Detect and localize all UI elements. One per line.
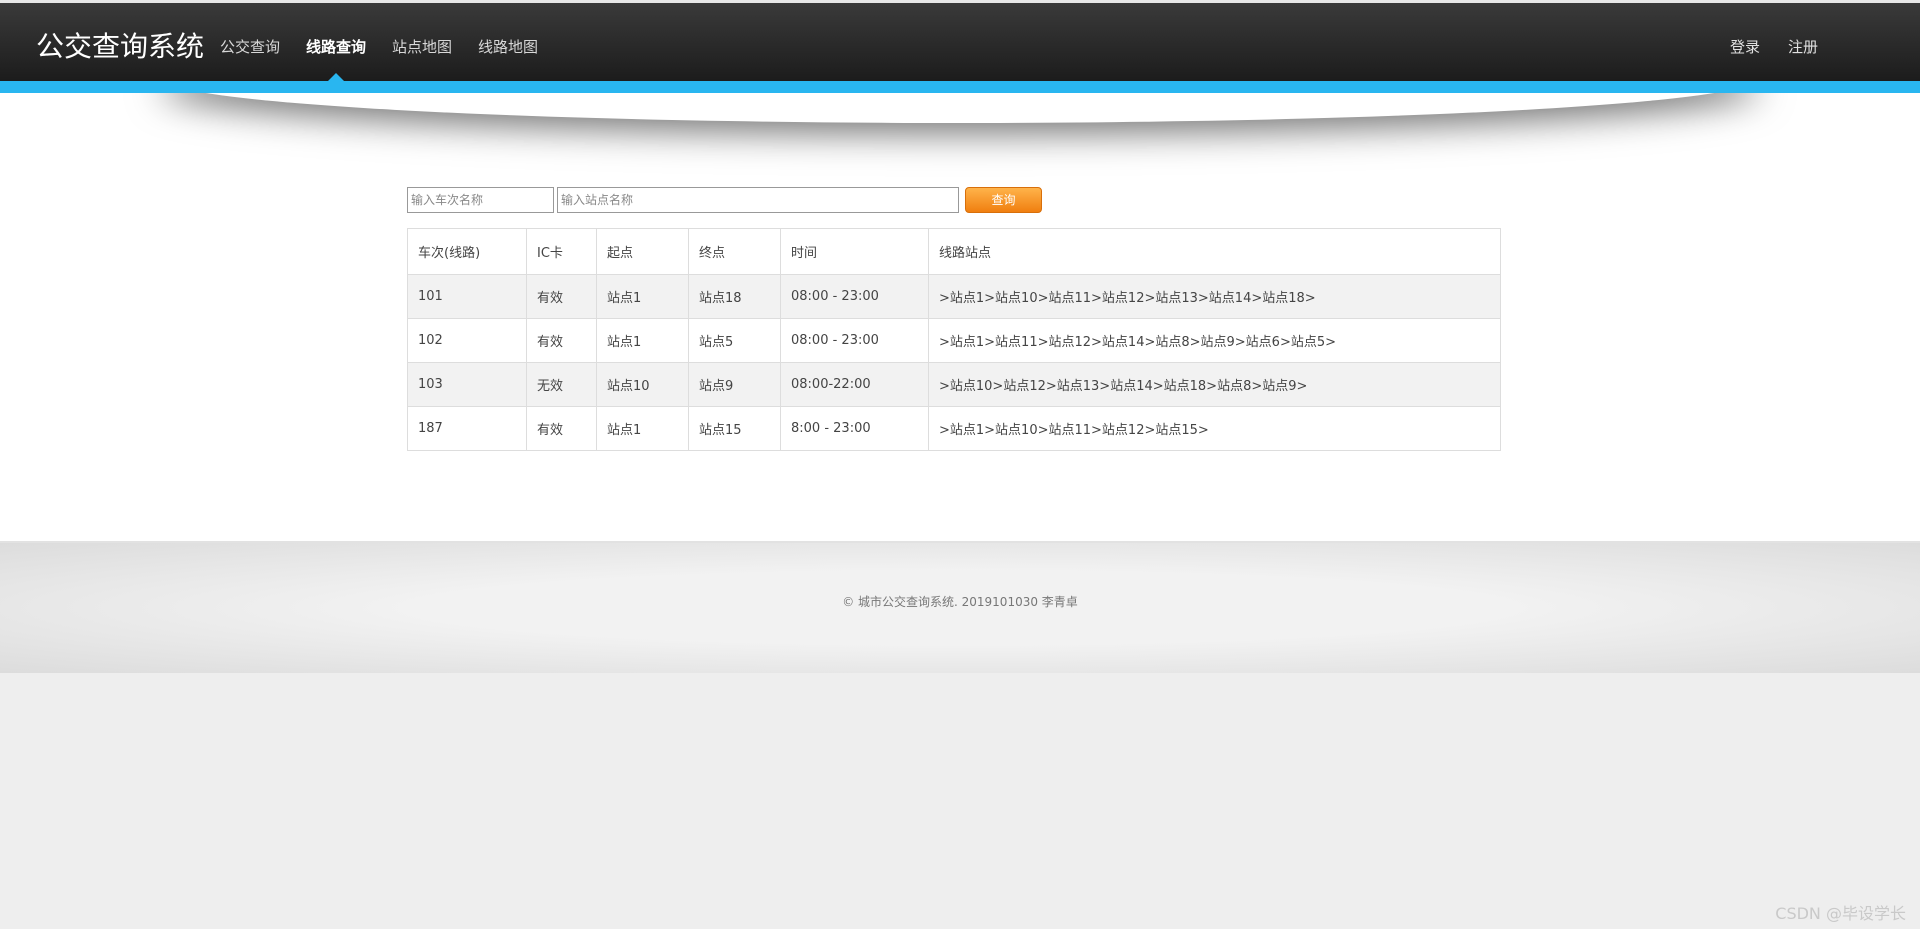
nav-bus-query[interactable]: 公交查询 — [220, 36, 280, 57]
cell-route: 103 — [407, 362, 527, 407]
main-nav: 公交查询 线路查询 站点地图 线路地图 — [220, 36, 538, 81]
table-row: 101 有效 站点1 站点18 08:00 - 23:00 >站点1>站点10>… — [407, 274, 1501, 319]
cell-time: 08:00 - 23:00 — [780, 318, 929, 363]
cell-stations: >站点1>站点10>站点11>站点12>站点13>站点14>站点18> — [928, 274, 1501, 319]
col-route: 车次(线路) — [407, 228, 527, 275]
col-start: 起点 — [596, 228, 689, 275]
page-footer: © 城市公交查询系统. 2019101030 李青卓 — [0, 541, 1920, 673]
cell-route: 101 — [407, 274, 527, 319]
cell-time: 08:00-22:00 — [780, 362, 929, 407]
register-link[interactable]: 注册 — [1788, 36, 1818, 57]
col-end: 终点 — [688, 228, 781, 275]
cell-end: 站点15 — [688, 406, 781, 451]
cell-end: 站点18 — [688, 274, 781, 319]
routes-table: 车次(线路) IC卡 起点 终点 时间 线路站点 101 有效 站点1 站点18… — [407, 228, 1501, 451]
cell-route: 187 — [407, 406, 527, 451]
nav-route-query-label: 线路查询 — [306, 38, 367, 56]
accent-divider — [0, 81, 1920, 93]
cell-start: 站点1 — [596, 318, 689, 363]
col-ic-card: IC卡 — [526, 228, 597, 275]
active-caret-icon — [328, 73, 345, 81]
watermark-text: CSDN @毕设学长 — [1775, 904, 1906, 923]
cell-start: 站点1 — [596, 274, 689, 319]
top-navbar: 公交查询系统 公交查询 线路查询 站点地图 线路地图 登录 注册 — [0, 0, 1920, 81]
nav-station-map[interactable]: 站点地图 — [392, 36, 452, 57]
cell-stations: >站点1>站点10>站点11>站点12>站点15> — [928, 406, 1501, 451]
auth-links: 登录 注册 — [1730, 36, 1818, 57]
cell-time: 8:00 - 23:00 — [780, 406, 929, 451]
route-name-input[interactable] — [407, 187, 554, 213]
station-name-input[interactable] — [557, 187, 959, 213]
cell-ic-card: 有效 — [526, 274, 597, 319]
table-row: 102 有效 站点1 站点5 08:00 - 23:00 >站点1>站点11>站… — [407, 318, 1501, 363]
query-button[interactable]: 查询 — [965, 187, 1042, 213]
cell-stations: >站点10>站点12>站点13>站点14>站点18>站点8>站点9> — [928, 362, 1501, 407]
cell-ic-card: 无效 — [526, 362, 597, 407]
table-row: 187 有效 站点1 站点15 8:00 - 23:00 >站点1>站点10>站… — [407, 406, 1501, 451]
cell-route: 102 — [407, 318, 527, 363]
cell-ic-card: 有效 — [526, 406, 597, 451]
cell-end: 站点5 — [688, 318, 781, 363]
nav-route-map[interactable]: 线路地图 — [478, 36, 538, 57]
copyright-text: © 城市公交查询系统. 2019101030 李青卓 — [842, 595, 1078, 609]
col-stations: 线路站点 — [928, 228, 1501, 275]
main-content: 查询 车次(线路) IC卡 起点 终点 时间 线路站点 101 有效 站点1 站… — [0, 93, 1920, 541]
cell-end: 站点9 — [688, 362, 781, 407]
login-link[interactable]: 登录 — [1730, 36, 1760, 57]
cell-stations: >站点1>站点11>站点12>站点14>站点8>站点9>站点6>站点5> — [928, 318, 1501, 363]
table-header-row: 车次(线路) IC卡 起点 终点 时间 线路站点 — [407, 228, 1501, 275]
nav-route-query[interactable]: 线路查询 — [306, 36, 367, 81]
brand-title[interactable]: 公交查询系统 — [36, 25, 204, 65]
table-row: 103 无效 站点10 站点9 08:00-22:00 >站点10>站点12>站… — [407, 362, 1501, 407]
cell-start: 站点10 — [596, 362, 689, 407]
col-time: 时间 — [780, 228, 929, 275]
cell-start: 站点1 — [596, 406, 689, 451]
header-shadow — [160, 93, 1760, 123]
cell-ic-card: 有效 — [526, 318, 597, 363]
cell-time: 08:00 - 23:00 — [780, 274, 929, 319]
search-bar: 查询 — [407, 187, 1042, 213]
